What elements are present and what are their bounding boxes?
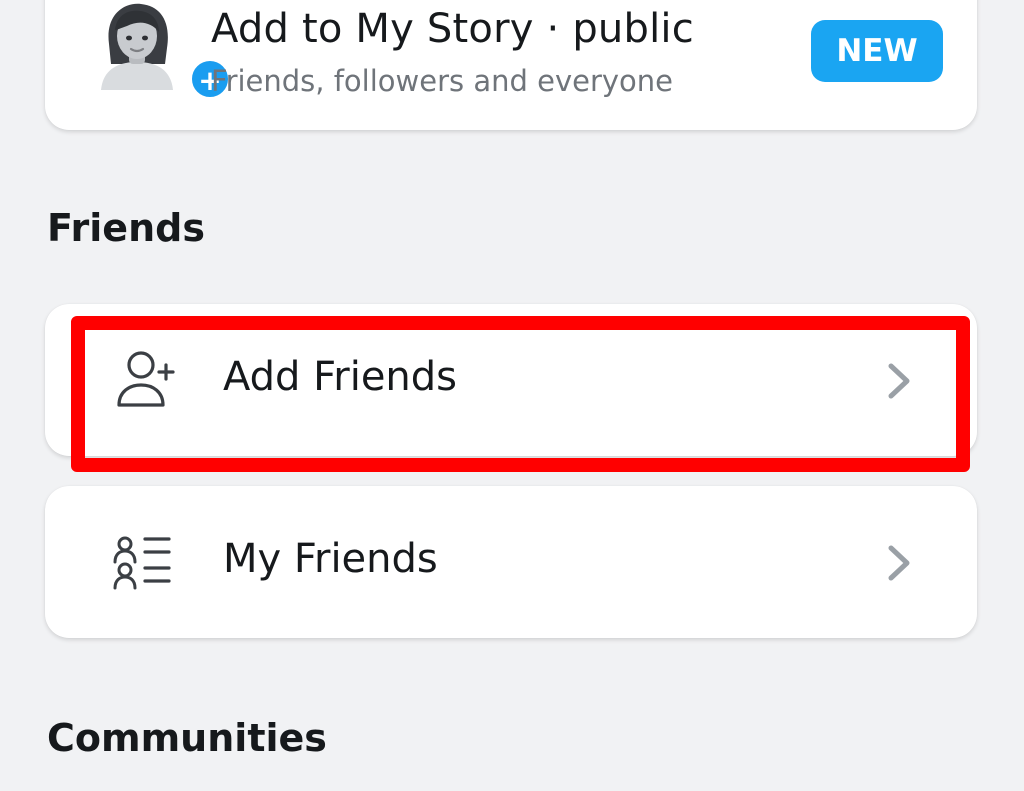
add-to-story-card[interactable]: + Add to My Story · public Friends, foll… xyxy=(45,0,977,130)
my-friends-row[interactable]: My Friends xyxy=(45,486,977,638)
new-badge: NEW xyxy=(811,20,943,82)
story-title: Add to My Story · public xyxy=(211,6,694,52)
avatar: + xyxy=(95,0,231,100)
story-subtitle: Friends, followers and everyone xyxy=(211,64,674,98)
friends-list-icon xyxy=(113,530,179,596)
section-title-friends: Friends xyxy=(47,206,205,250)
chevron-right-icon xyxy=(881,542,921,584)
my-friends-label: My Friends xyxy=(223,536,438,582)
chevron-right-icon xyxy=(881,360,921,402)
add-friends-label: Add Friends xyxy=(223,354,458,400)
add-friends-row[interactable]: Add Friends xyxy=(45,304,977,456)
add-person-icon xyxy=(113,348,179,414)
section-title-communities: Communities xyxy=(47,716,327,760)
